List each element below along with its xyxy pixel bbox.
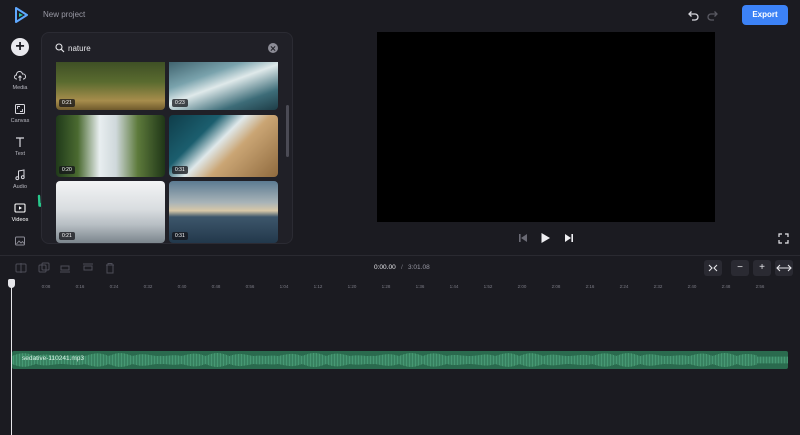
align-top-icon[interactable] — [81, 261, 95, 275]
left-rail: + Media Canvas Text Audio Videos — [0, 32, 40, 252]
ruler-tick-label: 2:16 — [585, 284, 595, 289]
ruler-tick-label: 1:04 — [279, 284, 289, 289]
top-bar: New project Export — [0, 0, 800, 32]
undo-icon[interactable] — [686, 9, 700, 23]
fit-icon — [708, 264, 718, 272]
text-icon — [16, 137, 24, 147]
duration-badge: 0:31 — [172, 166, 188, 174]
video-thumbnail[interactable]: 0:21 — [56, 62, 165, 110]
fullscreen-icon[interactable] — [778, 233, 789, 244]
export-button[interactable]: Export — [742, 5, 788, 25]
add-button[interactable]: + — [11, 38, 29, 56]
clear-search-icon[interactable] — [268, 43, 278, 53]
video-thumbnail[interactable]: 0:20 — [56, 115, 165, 177]
image-icon — [15, 236, 25, 246]
video-preview — [377, 32, 715, 222]
video-thumbnail[interactable]: 0:21 — [56, 181, 165, 243]
duration-badge: 0:21 — [59, 232, 75, 240]
panel-scrollbar[interactable] — [286, 105, 289, 157]
current-time: 0:00.00 — [374, 264, 396, 271]
search-bar — [52, 39, 284, 57]
ruler-tick-label: 2:24 — [619, 284, 629, 289]
time-separator: / — [401, 264, 403, 271]
app-logo-icon[interactable] — [14, 7, 28, 23]
audio-waveform — [12, 353, 788, 367]
playhead-handle[interactable] — [8, 279, 15, 288]
rail-label: Media — [12, 85, 28, 91]
canvas-icon — [15, 104, 25, 114]
ruler-tick-label: 1:28 — [381, 284, 391, 289]
project-title[interactable]: New project — [43, 10, 85, 19]
ruler-tick-label: 2:00 — [517, 284, 527, 289]
duration-badge: 0:31 — [172, 232, 188, 240]
timeline-toolbar: 0:00.00 / 3:01.08 − + — [0, 255, 800, 279]
expand-icon — [776, 264, 792, 272]
ruler-tick-label: 0:16 — [75, 284, 85, 289]
ruler-tick-label: 2:56 — [755, 284, 765, 289]
rail-item-media[interactable]: Media — [0, 70, 40, 100]
timeline-ruler[interactable]: 0:08 0:16 0:24 0:32 0:40 0:48 0:56 1:04 1:12 1:20… — [0, 279, 800, 301]
video-thumbnail[interactable]: 0:31 — [169, 181, 278, 243]
audio-clip[interactable]: sedative-110241.mp3 — [12, 351, 788, 369]
duration-badge: 0:23 — [172, 99, 188, 107]
waveform-path — [12, 353, 788, 367]
duration-badge: 0:20 — [59, 166, 75, 174]
video-thumbnail[interactable]: 0:31 — [169, 115, 278, 177]
cloud-upload-icon — [14, 70, 26, 81]
ruler-tick-label: 2:32 — [653, 284, 663, 289]
ruler-tick-label: 2:08 — [551, 284, 561, 289]
video-icon — [14, 203, 26, 213]
rail-item-canvas[interactable]: Canvas — [0, 103, 40, 133]
delete-icon[interactable] — [103, 261, 117, 275]
ruler-tick-label: 0:56 — [245, 284, 255, 289]
search-input[interactable] — [68, 41, 258, 55]
skip-back-icon[interactable] — [516, 231, 530, 245]
audio-clip-label: sedative-110241.mp3 — [22, 355, 85, 362]
ruler-tick-label: 1:36 — [415, 284, 425, 289]
ruler-tick-label: 2:48 — [721, 284, 731, 289]
ruler-tick-label: 2:40 — [687, 284, 697, 289]
rail-label: Text — [14, 151, 26, 157]
ruler-tick-label: 0:08 — [41, 284, 51, 289]
ruler-tick-label: 0:24 — [109, 284, 119, 289]
split-icon[interactable] — [14, 261, 28, 275]
zoom-in-button[interactable]: + — [753, 260, 771, 276]
ruler-tick-label: 1:52 — [483, 284, 493, 289]
duration-badge: 0:21 — [59, 99, 75, 107]
video-thumbnail[interactable]: 0:23 — [169, 62, 278, 110]
duplicate-icon[interactable] — [37, 261, 51, 275]
ruler-tick-label: 0:40 — [177, 284, 187, 289]
rail-item-videos[interactable]: Videos — [0, 202, 40, 232]
ruler-tick-label: 1:12 — [313, 284, 323, 289]
fit-timeline-button[interactable] — [704, 260, 722, 276]
skip-forward-icon[interactable] — [562, 231, 576, 245]
align-bottom-icon[interactable] — [58, 261, 72, 275]
ruler-tick-label: 0:32 — [143, 284, 153, 289]
zoom-out-button[interactable]: − — [731, 260, 749, 276]
music-note-icon — [15, 169, 25, 181]
rail-label: Audio — [12, 184, 28, 190]
ruler-tick-label: 1:20 — [347, 284, 357, 289]
videos-panel: 0:21 0:23 0:20 0:31 0:21 0:31 — [41, 32, 293, 244]
expand-timeline-button[interactable] — [775, 260, 793, 276]
rail-item-audio[interactable]: Audio — [0, 169, 40, 199]
rail-label: Canvas — [10, 118, 30, 124]
redo-icon[interactable] — [706, 9, 720, 23]
search-icon — [55, 43, 65, 53]
video-grid: 0:21 0:23 0:20 0:31 0:21 0:31 — [42, 62, 292, 243]
ruler-tick-label: 1:44 — [449, 284, 459, 289]
ruler-tick-label: 0:48 — [211, 284, 221, 289]
rail-label: Videos — [11, 217, 29, 223]
rail-item-text[interactable]: Text — [0, 136, 40, 166]
total-time: 3:01.08 — [408, 264, 430, 271]
play-icon[interactable] — [538, 231, 552, 245]
